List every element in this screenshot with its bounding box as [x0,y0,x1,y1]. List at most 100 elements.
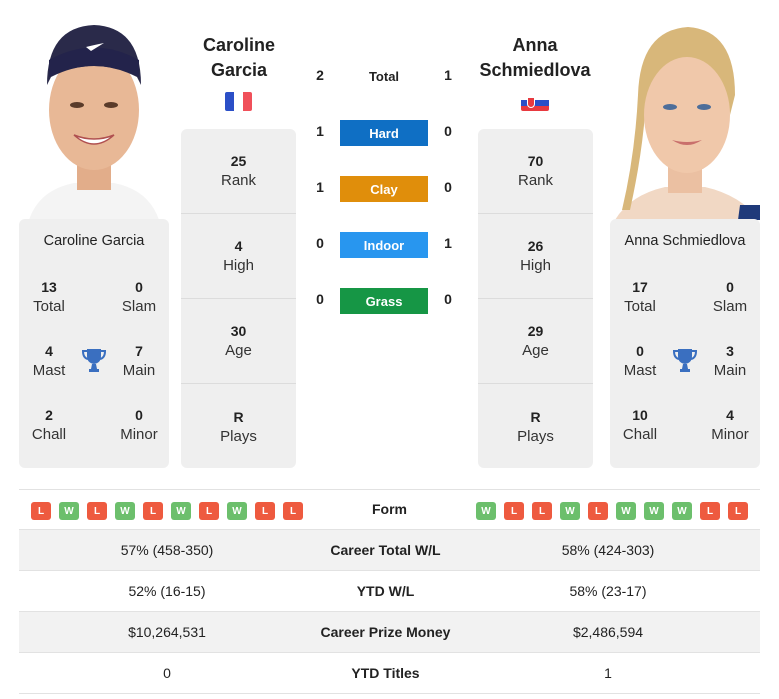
titles-mast: 0 Mast [605,341,675,381]
plays-label: Plays [517,427,554,445]
form-badge-loss[interactable]: L [199,502,219,520]
titles-slam: 0 Slam [104,277,174,317]
titles-chall-value: 10 [632,407,648,423]
high-label: High [520,257,551,274]
player-full-name[interactable]: Anna Schmiedlova [610,233,760,249]
titles-mast-label: Mast [623,362,657,379]
rank-value: 70 [527,153,544,169]
form-badge-loss[interactable]: L [283,502,303,520]
rank-cell: 70 Rank [478,129,593,214]
rank-label: Rank [220,172,257,189]
form-badge-loss[interactable]: L [255,502,275,520]
age-cell: 29 Age [478,299,593,384]
surface-grass-badge[interactable]: Grass [340,288,428,314]
form-badge-loss[interactable]: L [532,502,552,520]
form-badges-right: WLLWLWWWLL [476,502,748,520]
player-first-name: Caroline [202,35,276,55]
stat-value-right: 1 [604,665,612,681]
surface-hard-badge[interactable]: Hard [340,120,428,146]
stat-row: 57% (458-350) Career Total W/L 58% (424-30… [19,530,760,571]
high-label: High [223,257,254,274]
form-badge-win[interactable]: W [171,502,191,520]
form-badge-win[interactable]: W [644,502,664,520]
h2h-hard-right: 0 [444,123,452,139]
form-badge-win[interactable]: W [616,502,636,520]
form-badge-win[interactable]: W [59,502,79,520]
titles-chall: 2 Chall [14,405,84,445]
form-badge-loss[interactable]: L [588,502,608,520]
player-photo-right [610,15,760,220]
titles-slam-label: Slam [712,298,748,315]
plays-cell: R Plays [181,384,296,469]
form-label: Form [372,501,407,517]
trophy-icon [672,347,698,378]
form-badge-loss[interactable]: L [87,502,107,520]
plays-value: R [530,408,541,425]
h2h-total-label: Total [368,69,400,84]
stat-value-right: 58% (424-303) [561,542,655,558]
titles-main-value: 7 [135,343,143,359]
player-info-card-left: 25 Rank 4 High 30 Age R Plays [181,129,296,468]
titles-total: 17 Total [605,277,675,317]
form-badge-win[interactable]: W [115,502,135,520]
titles-mast-value: 4 [45,343,53,359]
titles-total-label: Total [624,298,656,315]
form-badge-win[interactable]: W [672,502,692,520]
titles-mast-value: 0 [636,343,644,359]
plays-cell: R Plays [478,384,593,469]
france-flag-icon [225,92,252,111]
titles-mast: 4 Mast [14,341,84,381]
stat-value-right: $2,486,594 [572,624,644,640]
titles-chall-value: 2 [45,407,53,423]
rank-label: Rank [517,172,554,189]
titles-minor: 0 Minor [104,405,174,445]
titles-main-label: Main [713,362,747,379]
rank-value: 25 [230,153,247,169]
stat-label: YTD W/L [356,583,415,599]
titles-main-value: 3 [726,343,734,359]
form-badge-loss[interactable]: L [728,502,748,520]
plays-label: Plays [220,427,257,445]
plays-value: R [233,408,244,425]
stat-label: Career Prize Money [320,624,451,640]
form-badge-win[interactable]: W [227,502,247,520]
stat-value-left: 52% (16-15) [128,583,206,599]
form-badge-loss[interactable]: L [700,502,720,520]
titles-chall-label: Chall [31,426,67,443]
h2h-total-left: 2 [316,67,324,83]
surface-indoor-badge[interactable]: Indoor [340,232,428,258]
player-name-right[interactable]: Anna Schmiedlova [472,33,598,83]
form-row: LWLWLWLWLL Form WLLWLWWWLL [19,489,760,530]
titles-minor-value: 0 [135,407,143,423]
form-badge-win[interactable]: W [476,502,496,520]
h2h-grass-left: 0 [316,291,324,307]
stat-row: $10,264,531 Career Prize Money $2,486,594 [19,612,760,653]
form-badge-loss[interactable]: L [143,502,163,520]
age-label: Age [225,342,252,359]
surface-clay-badge[interactable]: Clay [340,176,428,202]
titles-chall-label: Chall [622,426,658,443]
titles-chall: 10 Chall [605,405,675,445]
titles-minor-value: 4 [726,407,734,423]
form-badge-loss[interactable]: L [31,502,51,520]
high-value: 4 [234,238,243,254]
age-value: 30 [230,323,247,339]
player-name-left[interactable]: Caroline Garcia [180,33,298,83]
stat-value-left: 0 [163,665,171,681]
titles-main-label: Main [122,362,156,379]
form-badges-left: LWLWLWLWLL [31,502,303,520]
titles-card-right: Anna Schmiedlova 17 Total 0 Slam 0 Mast … [610,219,760,468]
stat-row: 52% (16-15) YTD W/L 58% (23-17) [19,571,760,612]
titles-minor-label: Minor [711,426,749,443]
high-cell: 4 High [181,214,296,299]
high-value: 26 [527,238,544,254]
form-badge-loss[interactable]: L [504,502,524,520]
h2h-clay-right: 0 [444,179,452,195]
stat-row: 0 YTD Titles 1 [19,653,760,694]
player-full-name[interactable]: Caroline Garcia [19,233,169,249]
titles-total-label: Total [33,298,65,315]
titles-slam-value: 0 [726,279,734,295]
stat-value-left: $10,264,531 [128,624,206,640]
titles-main: 7 Main [104,341,174,381]
form-badge-win[interactable]: W [560,502,580,520]
